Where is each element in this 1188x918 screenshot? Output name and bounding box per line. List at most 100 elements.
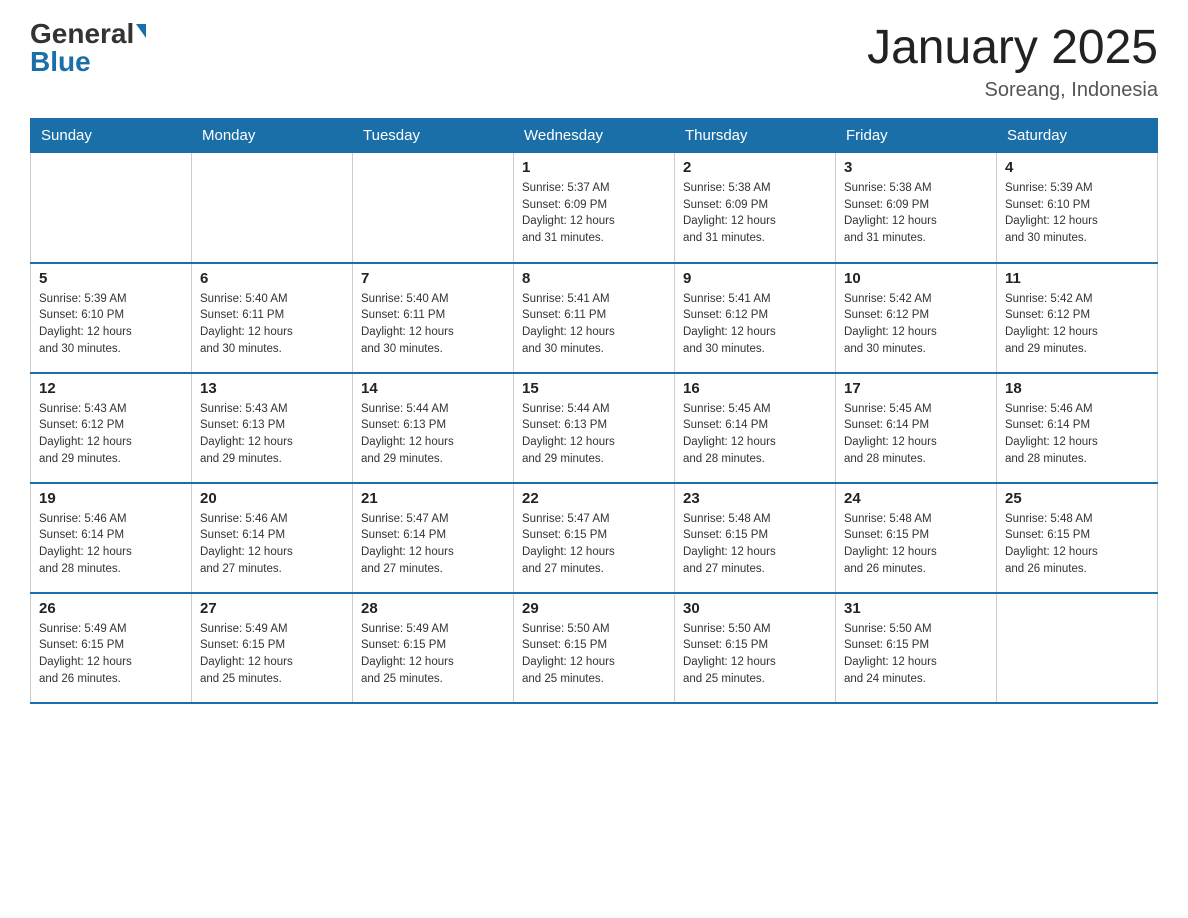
calendar-cell xyxy=(353,153,514,263)
calendar-cell: 16 Sunrise: 5:45 AM Sunset: 6:14 PM Dayli… xyxy=(675,373,836,483)
header-tuesday: Tuesday xyxy=(353,119,514,153)
calendar-week-4: 19Sunrise: 5:46 AM Sunset: 6:14 PM Dayli… xyxy=(31,483,1158,593)
calendar-cell: 20Sunrise: 5:46 AM Sunset: 6:14 PM Dayli… xyxy=(192,483,353,593)
day-info: Sunrise: 5:40 AM Sunset: 6:11 PM Dayligh… xyxy=(200,291,344,358)
day-number: 11 xyxy=(1005,270,1149,287)
day-number: 15 xyxy=(522,380,666,397)
day-number: 2 xyxy=(683,159,827,176)
day-number: 27 xyxy=(200,600,344,617)
day-number: 9 xyxy=(683,270,827,287)
day-number: 3 xyxy=(844,159,988,176)
day-info: Sunrise: 5:39 AM Sunset: 6:10 PM Dayligh… xyxy=(39,291,183,358)
logo-general-text: General xyxy=(30,20,134,48)
day-number: 14 xyxy=(361,380,505,397)
day-number: 23 xyxy=(683,490,827,507)
day-info: Sunrise: 5:45 AM Sunset: 6:14 PM Dayligh… xyxy=(683,401,827,468)
day-number: 25 xyxy=(1005,490,1149,507)
day-number: 21 xyxy=(361,490,505,507)
day-info: Sunrise: 5:38 AM Sunset: 6:09 PM Dayligh… xyxy=(683,180,827,247)
day-info: Sunrise: 5:50 AM Sunset: 6:15 PM Dayligh… xyxy=(522,621,666,688)
day-info: Sunrise: 5:49 AM Sunset: 6:15 PM Dayligh… xyxy=(361,621,505,688)
calendar-cell: 31 Sunrise: 5:50 AM Sunset: 6:15 PM Dayli… xyxy=(836,593,997,703)
header-sunday: Sunday xyxy=(31,119,192,153)
calendar-cell: 6 Sunrise: 5:40 AM Sunset: 6:11 PM Daylig… xyxy=(192,263,353,373)
calendar-cell: 7Sunrise: 5:40 AM Sunset: 6:11 PM Daylig… xyxy=(353,263,514,373)
day-number: 18 xyxy=(1005,380,1149,397)
calendar-week-3: 12 Sunrise: 5:43 AM Sunset: 6:12 PM Dayli… xyxy=(31,373,1158,483)
calendar-subtitle: Soreang, Indonesia xyxy=(867,79,1158,102)
calendar-cell: 23Sunrise: 5:48 AM Sunset: 6:15 PM Dayli… xyxy=(675,483,836,593)
day-number: 26 xyxy=(39,600,183,617)
day-number: 10 xyxy=(844,270,988,287)
day-info: Sunrise: 5:41 AM Sunset: 6:12 PM Dayligh… xyxy=(683,291,827,358)
calendar-cell xyxy=(31,153,192,263)
day-info: Sunrise: 5:48 AM Sunset: 6:15 PM Dayligh… xyxy=(1005,511,1149,578)
day-number: 12 xyxy=(39,380,183,397)
calendar-cell: 4 Sunrise: 5:39 AM Sunset: 6:10 PM Daylig… xyxy=(997,153,1158,263)
day-number: 22 xyxy=(522,490,666,507)
calendar-cell: 14 Sunrise: 5:44 AM Sunset: 6:13 PM Dayli… xyxy=(353,373,514,483)
calendar-cell: 8 Sunrise: 5:41 AM Sunset: 6:11 PM Daylig… xyxy=(514,263,675,373)
logo-blue-text: Blue xyxy=(30,48,91,76)
day-info: Sunrise: 5:41 AM Sunset: 6:11 PM Dayligh… xyxy=(522,291,666,358)
calendar-cell: 25 Sunrise: 5:48 AM Sunset: 6:15 PM Dayli… xyxy=(997,483,1158,593)
calendar-cell: 26 Sunrise: 5:49 AM Sunset: 6:15 PM Dayli… xyxy=(31,593,192,703)
calendar-cell: 17 Sunrise: 5:45 AM Sunset: 6:14 PM Dayli… xyxy=(836,373,997,483)
day-number: 1 xyxy=(522,159,666,176)
day-info: Sunrise: 5:44 AM Sunset: 6:13 PM Dayligh… xyxy=(361,401,505,468)
calendar-cell: 19Sunrise: 5:46 AM Sunset: 6:14 PM Dayli… xyxy=(31,483,192,593)
calendar-week-5: 26 Sunrise: 5:49 AM Sunset: 6:15 PM Dayli… xyxy=(31,593,1158,703)
day-info: Sunrise: 5:37 AM Sunset: 6:09 PM Dayligh… xyxy=(522,180,666,247)
day-info: Sunrise: 5:47 AM Sunset: 6:14 PM Dayligh… xyxy=(361,511,505,578)
calendar-cell: 13Sunrise: 5:43 AM Sunset: 6:13 PM Dayli… xyxy=(192,373,353,483)
day-number: 20 xyxy=(200,490,344,507)
calendar-cell: 18Sunrise: 5:46 AM Sunset: 6:14 PM Dayli… xyxy=(997,373,1158,483)
day-number: 19 xyxy=(39,490,183,507)
calendar-cell: 2 Sunrise: 5:38 AM Sunset: 6:09 PM Daylig… xyxy=(675,153,836,263)
day-info: Sunrise: 5:43 AM Sunset: 6:13 PM Dayligh… xyxy=(200,401,344,468)
day-number: 5 xyxy=(39,270,183,287)
day-number: 17 xyxy=(844,380,988,397)
day-info: Sunrise: 5:44 AM Sunset: 6:13 PM Dayligh… xyxy=(522,401,666,468)
title-area: January 2025 Soreang, Indonesia xyxy=(867,20,1158,102)
header-wednesday: Wednesday xyxy=(514,119,675,153)
calendar-cell: 24 Sunrise: 5:48 AM Sunset: 6:15 PM Dayli… xyxy=(836,483,997,593)
calendar-cell: 30Sunrise: 5:50 AM Sunset: 6:15 PM Dayli… xyxy=(675,593,836,703)
page-header: General Blue January 2025 Soreang, Indon… xyxy=(30,20,1158,102)
calendar-cell: 1 Sunrise: 5:37 AM Sunset: 6:09 PM Daylig… xyxy=(514,153,675,263)
day-number: 8 xyxy=(522,270,666,287)
day-info: Sunrise: 5:42 AM Sunset: 6:12 PM Dayligh… xyxy=(1005,291,1149,358)
day-info: Sunrise: 5:48 AM Sunset: 6:15 PM Dayligh… xyxy=(844,511,988,578)
day-info: Sunrise: 5:45 AM Sunset: 6:14 PM Dayligh… xyxy=(844,401,988,468)
day-info: Sunrise: 5:49 AM Sunset: 6:15 PM Dayligh… xyxy=(39,621,183,688)
logo: General Blue xyxy=(30,20,146,76)
calendar-cell: 11 Sunrise: 5:42 AM Sunset: 6:12 PM Dayli… xyxy=(997,263,1158,373)
day-info: Sunrise: 5:43 AM Sunset: 6:12 PM Dayligh… xyxy=(39,401,183,468)
calendar-cell: 15 Sunrise: 5:44 AM Sunset: 6:13 PM Dayli… xyxy=(514,373,675,483)
header-saturday: Saturday xyxy=(997,119,1158,153)
day-number: 6 xyxy=(200,270,344,287)
day-number: 4 xyxy=(1005,159,1149,176)
calendar-cell xyxy=(997,593,1158,703)
day-info: Sunrise: 5:49 AM Sunset: 6:15 PM Dayligh… xyxy=(200,621,344,688)
calendar-cell: 5 Sunrise: 5:39 AM Sunset: 6:10 PM Daylig… xyxy=(31,263,192,373)
day-info: Sunrise: 5:42 AM Sunset: 6:12 PM Dayligh… xyxy=(844,291,988,358)
day-info: Sunrise: 5:50 AM Sunset: 6:15 PM Dayligh… xyxy=(683,621,827,688)
calendar-cell: 29 Sunrise: 5:50 AM Sunset: 6:15 PM Dayli… xyxy=(514,593,675,703)
calendar-table: SundayMondayTuesdayWednesdayThursdayFrid… xyxy=(30,118,1158,704)
day-info: Sunrise: 5:39 AM Sunset: 6:10 PM Dayligh… xyxy=(1005,180,1149,247)
day-number: 24 xyxy=(844,490,988,507)
header-thursday: Thursday xyxy=(675,119,836,153)
day-info: Sunrise: 5:50 AM Sunset: 6:15 PM Dayligh… xyxy=(844,621,988,688)
calendar-week-2: 5 Sunrise: 5:39 AM Sunset: 6:10 PM Daylig… xyxy=(31,263,1158,373)
header-monday: Monday xyxy=(192,119,353,153)
day-number: 29 xyxy=(522,600,666,617)
calendar-cell: 21 Sunrise: 5:47 AM Sunset: 6:14 PM Dayli… xyxy=(353,483,514,593)
calendar-week-1: 1 Sunrise: 5:37 AM Sunset: 6:09 PM Daylig… xyxy=(31,153,1158,263)
calendar-cell: 27 Sunrise: 5:49 AM Sunset: 6:15 PM Dayli… xyxy=(192,593,353,703)
day-number: 31 xyxy=(844,600,988,617)
calendar-cell: 12 Sunrise: 5:43 AM Sunset: 6:12 PM Dayli… xyxy=(31,373,192,483)
calendar-title: January 2025 xyxy=(867,20,1158,75)
day-number: 16 xyxy=(683,380,827,397)
day-info: Sunrise: 5:47 AM Sunset: 6:15 PM Dayligh… xyxy=(522,511,666,578)
